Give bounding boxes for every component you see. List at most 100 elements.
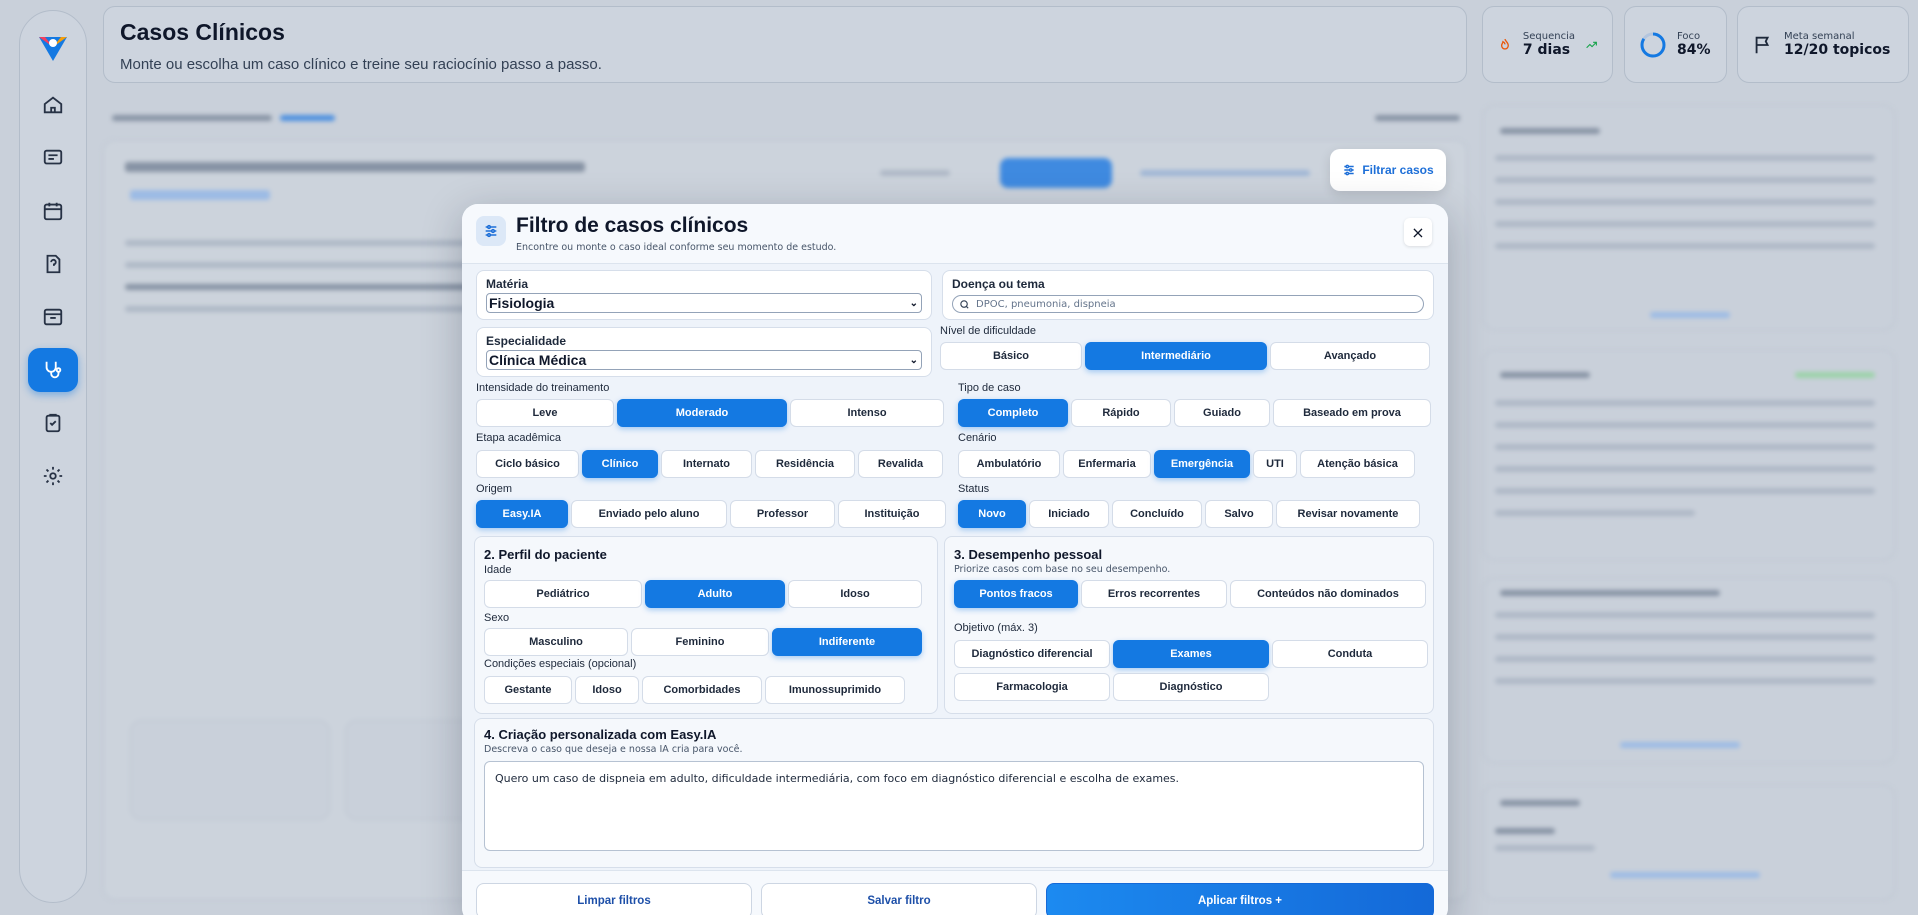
filter-cases-button[interactable]: Filtrar casos <box>1330 149 1446 191</box>
chip-erros-recorrentes[interactable]: Erros recorrentes <box>1081 580 1227 608</box>
chip-guiado[interactable]: Guiado <box>1174 399 1270 427</box>
chip-revalida[interactable]: Revalida <box>858 450 943 478</box>
chip-basico[interactable]: Básico <box>940 342 1082 370</box>
chip-enfermaria[interactable]: Enfermaria <box>1063 450 1151 478</box>
doenca-field: Doença ou tema DPOC, pneumonia, dispneia <box>942 270 1434 320</box>
origem-label: Origem <box>476 483 513 495</box>
chip-completo[interactable]: Completo <box>958 399 1068 427</box>
chip-moderado[interactable]: Moderado <box>617 399 787 427</box>
chip-pontos-fracos[interactable]: Pontos fracos <box>954 580 1078 608</box>
chip-idoso[interactable]: Idoso <box>788 580 922 608</box>
status-group: Novo Iniciado Concluído Salvo Revisar no… <box>958 500 1420 528</box>
especialidade-select[interactable]: Clínica Médica ⌄ <box>486 350 922 370</box>
chip-salvo[interactable]: Salvo <box>1205 500 1273 528</box>
clear-filters-button[interactable]: Limpar filtros <box>476 883 752 915</box>
chip-masculino[interactable]: Masculino <box>484 628 628 656</box>
chip-gestante[interactable]: Gestante <box>484 676 572 704</box>
sidebar-item-checklist[interactable] <box>28 401 78 445</box>
sidebar-item-chat[interactable] <box>28 136 78 180</box>
chip-uti[interactable]: UTI <box>1253 450 1297 478</box>
sidebar <box>19 10 87 903</box>
app-logo[interactable] <box>35 29 71 65</box>
sidebar-item-casos-clinicos[interactable] <box>28 348 78 392</box>
chip-revisar-novamente[interactable]: Revisar novamente <box>1276 500 1420 528</box>
chip-ciclo-basico[interactable]: Ciclo básico <box>476 450 579 478</box>
especialidade-label: Especialidade <box>486 334 567 348</box>
chip-pediatrico[interactable]: Pediátrico <box>484 580 642 608</box>
trend-up-icon <box>1586 41 1597 48</box>
desempenho-panel: 3. Desempenho pessoal Priorize casos com… <box>944 536 1434 714</box>
chip-concluido[interactable]: Concluído <box>1112 500 1202 528</box>
doenca-input[interactable]: DPOC, pneumonia, dispneia <box>952 295 1424 313</box>
chip-iniciado[interactable]: Iniciado <box>1029 500 1109 528</box>
chip-ambulatorio[interactable]: Ambulatório <box>958 450 1060 478</box>
sidebar-item-inbox[interactable] <box>28 295 78 339</box>
chevron-down-icon: ⌄ <box>909 297 918 309</box>
chip-instituicao[interactable]: Instituição <box>838 500 946 528</box>
criacao-subtitle: Descreva o caso que deseja e nossa IA cr… <box>484 744 743 755</box>
chip-conteudos-nao-dominados[interactable]: Conteúdos não dominados <box>1230 580 1426 608</box>
chip-intermediario[interactable]: Intermediário <box>1085 342 1267 370</box>
sidebar-item-settings[interactable] <box>28 454 78 498</box>
chip-adulto[interactable]: Adulto <box>645 580 785 608</box>
chip-indiferente[interactable]: Indiferente <box>772 628 922 656</box>
save-filter-button[interactable]: Salvar filtro <box>761 883 1037 915</box>
chip-novo[interactable]: Novo <box>958 500 1026 528</box>
focus-ring-icon <box>1640 32 1666 57</box>
dificuldade-group: Básico Intermediário Avançado <box>940 342 1430 370</box>
modal-footer: Limpar filtros Salvar filtro Aplicar fil… <box>462 870 1448 915</box>
materia-label: Matéria <box>486 277 529 291</box>
chip-internato[interactable]: Internato <box>661 450 752 478</box>
chip-emergencia[interactable]: Emergência <box>1154 450 1250 478</box>
apply-filters-button[interactable]: Aplicar filtros + <box>1046 883 1434 915</box>
chip-atencao-basica[interactable]: Atenção básica <box>1300 450 1415 478</box>
chip-clinico[interactable]: Clínico <box>582 450 658 478</box>
chip-conduta[interactable]: Conduta <box>1272 640 1428 668</box>
close-button[interactable]: × <box>1404 218 1432 246</box>
etapa-label: Etapa acadêmica <box>476 432 561 444</box>
chevron-down-icon: ⌄ <box>909 354 918 366</box>
calendar-icon <box>43 202 63 221</box>
materia-value: Fisiologia <box>489 295 555 311</box>
chip-feminino[interactable]: Feminino <box>631 628 769 656</box>
chip-diagnostico[interactable]: Diagnóstico <box>1113 673 1269 701</box>
especialidade-field: Especialidade Clínica Médica ⌄ <box>476 327 932 377</box>
chip-residencia[interactable]: Residência <box>755 450 855 478</box>
chip-professor[interactable]: Professor <box>730 500 835 528</box>
stat-label: Foco <box>1677 31 1701 42</box>
home-icon <box>43 96 63 114</box>
perfil-panel: 2. Perfil do paciente Idade Pediátrico A… <box>474 536 938 714</box>
objetivo-group: Diagnóstico diferencial Exames Conduta <box>954 640 1428 668</box>
chip-imunossuprimido[interactable]: Imunossuprimido <box>765 676 905 704</box>
desempenho-title: 3. Desempenho pessoal <box>954 547 1103 562</box>
materia-field: Matéria Fisiologia ⌄ <box>476 270 932 320</box>
sidebar-item-home[interactable] <box>28 83 78 127</box>
chip-baseado-em-prova[interactable]: Baseado em prova <box>1273 399 1431 427</box>
modal-title: Filtro de casos clínicos <box>516 214 749 237</box>
page-subtitle: Monte ou escolha um caso clínico e trein… <box>120 56 602 73</box>
chip-leve[interactable]: Leve <box>476 399 614 427</box>
chip-diagnostico-diferencial[interactable]: Diagnóstico diferencial <box>954 640 1110 668</box>
desempenho-group: Pontos fracos Erros recorrentes Conteúdo… <box>954 580 1426 608</box>
chip-intenso[interactable]: Intenso <box>790 399 944 427</box>
sidebar-item-calendar[interactable] <box>28 189 78 233</box>
chip-idoso-condicao[interactable]: Idoso <box>575 676 639 704</box>
stat-value: 7 dias <box>1522 42 1571 58</box>
etapa-group: Ciclo básico Clínico Internato Residênci… <box>476 450 943 478</box>
chip-avancado[interactable]: Avançado <box>1270 342 1430 370</box>
perfil-title: 2. Perfil do paciente <box>484 547 607 562</box>
sliders-icon <box>1344 164 1354 176</box>
materia-select[interactable]: Fisiologia ⌄ <box>486 293 922 313</box>
stat-foco: Foco 84% <box>1624 6 1727 83</box>
intensidade-label: Intensidade do treinamento <box>476 382 610 394</box>
sidebar-item-quiz[interactable] <box>28 242 78 286</box>
criacao-textarea[interactable]: Quero um caso de dispneia em adulto, dif… <box>484 761 1424 851</box>
stat-value: 84% <box>1677 42 1711 58</box>
chip-comorbidades[interactable]: Comorbidades <box>642 676 762 704</box>
chip-rapido[interactable]: Rápido <box>1071 399 1171 427</box>
chip-farmacologia[interactable]: Farmacologia <box>954 673 1110 701</box>
cenario-group: Ambulatório Enfermaria Emergência UTI At… <box>958 450 1415 478</box>
chip-easy-ia[interactable]: Easy.IA <box>476 500 568 528</box>
chip-enviado-pelo-aluno[interactable]: Enviado pelo aluno <box>571 500 727 528</box>
chip-exames[interactable]: Exames <box>1113 640 1269 668</box>
